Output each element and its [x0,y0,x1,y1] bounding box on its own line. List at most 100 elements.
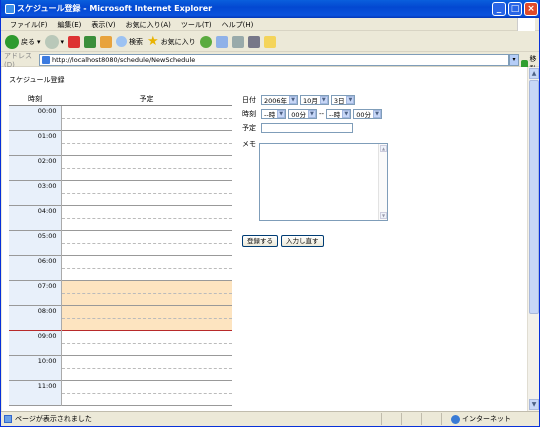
menu-file[interactable]: ファイル(F) [5,18,53,30]
address-url: http://localhost8080/schedule/NewSchedul… [52,56,196,64]
time-cell: 08:00 [9,305,62,330]
reset-button[interactable]: 入力し直す [281,235,324,247]
star-icon: ★ [147,34,159,49]
col-plan-header: 予定 [61,94,232,106]
time-cell: 11:00 [9,380,62,405]
maximize-button[interactable]: □ [508,2,522,16]
search-button[interactable]: 検索 [116,36,143,47]
scroll-thumb[interactable] [529,80,539,314]
menu-edit[interactable]: 編集(E) [53,18,87,30]
stop-icon[interactable] [68,35,81,48]
schedule-row: 04:00 [9,205,232,230]
page-title: スケジュール登録 [9,76,65,84]
folder-icon[interactable] [263,35,276,48]
plan-slot[interactable] [61,280,232,305]
refresh-icon[interactable] [84,35,97,48]
time-cell: 05:00 [9,230,62,255]
scroll-down-icon[interactable]: ▼ [380,212,387,219]
address-dropdown-button[interactable]: ▾ [509,54,519,66]
memo-textarea[interactable]: ▲ ▼ [259,143,388,221]
window-title: スケジュール登録 - Microsoft Internet Explorer [17,4,213,13]
schedule-row: 07:00 [9,280,232,305]
forward-button[interactable]: ▾ [44,34,64,49]
scroll-down-icon[interactable]: ▼ [529,399,539,410]
back-button[interactable]: 戻る ▾ [5,34,41,49]
memo-scrollbar[interactable]: ▲ ▼ [378,144,387,220]
plan-slot[interactable] [61,355,232,380]
col-time-header: 時刻 [9,94,61,106]
scroll-up-icon[interactable]: ▲ [529,68,539,79]
back-label: 戻る [21,37,35,46]
favorites-button[interactable]: ★ お気に入り [147,34,196,49]
schedule-row: 10:00 [9,355,232,380]
month-select[interactable]: 10月 ▼ [300,95,329,105]
time-label: 時刻 [242,110,256,118]
title-bar: スケジュール登録 - Microsoft Internet Explorer _… [1,0,539,18]
chevron-down-icon: ▼ [307,110,316,118]
start-minute-select[interactable]: 00分 ▼ [288,109,317,119]
time-cell: 03:00 [9,180,62,205]
chevron-down-icon: ▼ [289,96,298,104]
search-label: 検索 [129,37,144,46]
chevron-down-icon: ▼ [342,110,351,118]
plan-slot[interactable] [61,105,232,130]
schedule-row: 01:00 [9,130,232,155]
day-select[interactable]: 3日 ▼ [330,95,356,105]
ie-icon [5,4,15,14]
address-input[interactable]: http://localhost8080/schedule/NewSchedul… [39,54,509,66]
plan-slot[interactable] [61,330,232,355]
time-separator: -- [318,110,325,118]
back-arrow-icon [5,34,19,49]
close-button[interactable]: × [524,2,538,16]
page-status-icon [4,415,12,423]
year-select[interactable]: 2006年 ▼ [261,95,299,105]
menu-view[interactable]: 表示(V) [86,18,120,30]
time-cell: 04:00 [9,205,62,230]
schedule-table: 時刻 予定 00:00 01:00 02:00 03:00 04:00 05:00 06:0… [9,94,232,406]
plan-label: 予定 [242,124,256,132]
time-cell: 00:00 [9,105,62,130]
page-icon [42,56,50,64]
globe-icon [451,414,460,424]
plan-slot[interactable] [61,305,232,330]
minimize-button[interactable]: _ [492,2,506,16]
menu-tools[interactable]: ツール(T) [176,18,217,30]
schedule-row: 06:00 [9,255,232,280]
plan-slot[interactable] [61,130,232,155]
favorites-label: お気に入り [160,37,196,46]
schedule-row: 00:00 [9,105,232,130]
edit-icon[interactable] [247,35,260,48]
plan-input[interactable] [261,123,353,133]
scroll-up-icon[interactable]: ▲ [380,145,387,152]
time-cell: 01:00 [9,130,62,155]
end-hour-select[interactable]: --時 ▼ [326,109,352,119]
time-cell: 07:00 [9,280,62,305]
plan-slot[interactable] [61,380,232,405]
print-icon[interactable] [231,35,244,48]
menu-bar: ファイル(F) 編集(E) 表示(V) お気に入り(A) ツール(T) ヘルプ(… [1,18,539,31]
register-button[interactable]: 登録する [242,235,278,247]
chevron-down-icon: ▼ [373,110,382,118]
schedule-row: 02:00 [9,155,232,180]
menu-favorites[interactable]: お気に入り(A) [121,18,176,30]
end-minute-select[interactable]: 00分 ▼ [353,109,383,119]
search-icon [116,36,128,47]
status-bar: ページが表示されました インターネット [1,411,539,426]
home-icon[interactable] [100,35,113,48]
page-content: スケジュール登録 時刻 予定 00:00 01:00 02:00 03:00 04:00… [2,67,527,411]
plan-slot[interactable] [61,155,232,180]
schedule-row: 03:00 [9,180,232,205]
menu-help[interactable]: ヘルプ(H) [217,18,259,30]
chevron-down-icon: ▼ [346,96,355,104]
page-scrollbar[interactable]: ▲ ▼ [527,67,539,411]
plan-slot[interactable] [61,255,232,280]
mail-icon[interactable] [215,35,228,48]
schedule-row: 11:00 [9,380,232,405]
start-hour-select[interactable]: --時 ▼ [261,109,287,119]
toolbar: 戻る ▾ ▾ 検索 ★ お気に入り [1,32,539,52]
plan-slot[interactable] [61,205,232,230]
plan-slot[interactable] [61,180,232,205]
plan-slot[interactable] [61,230,232,255]
history-icon[interactable] [199,35,212,48]
zone-label: インターネット [462,415,511,423]
